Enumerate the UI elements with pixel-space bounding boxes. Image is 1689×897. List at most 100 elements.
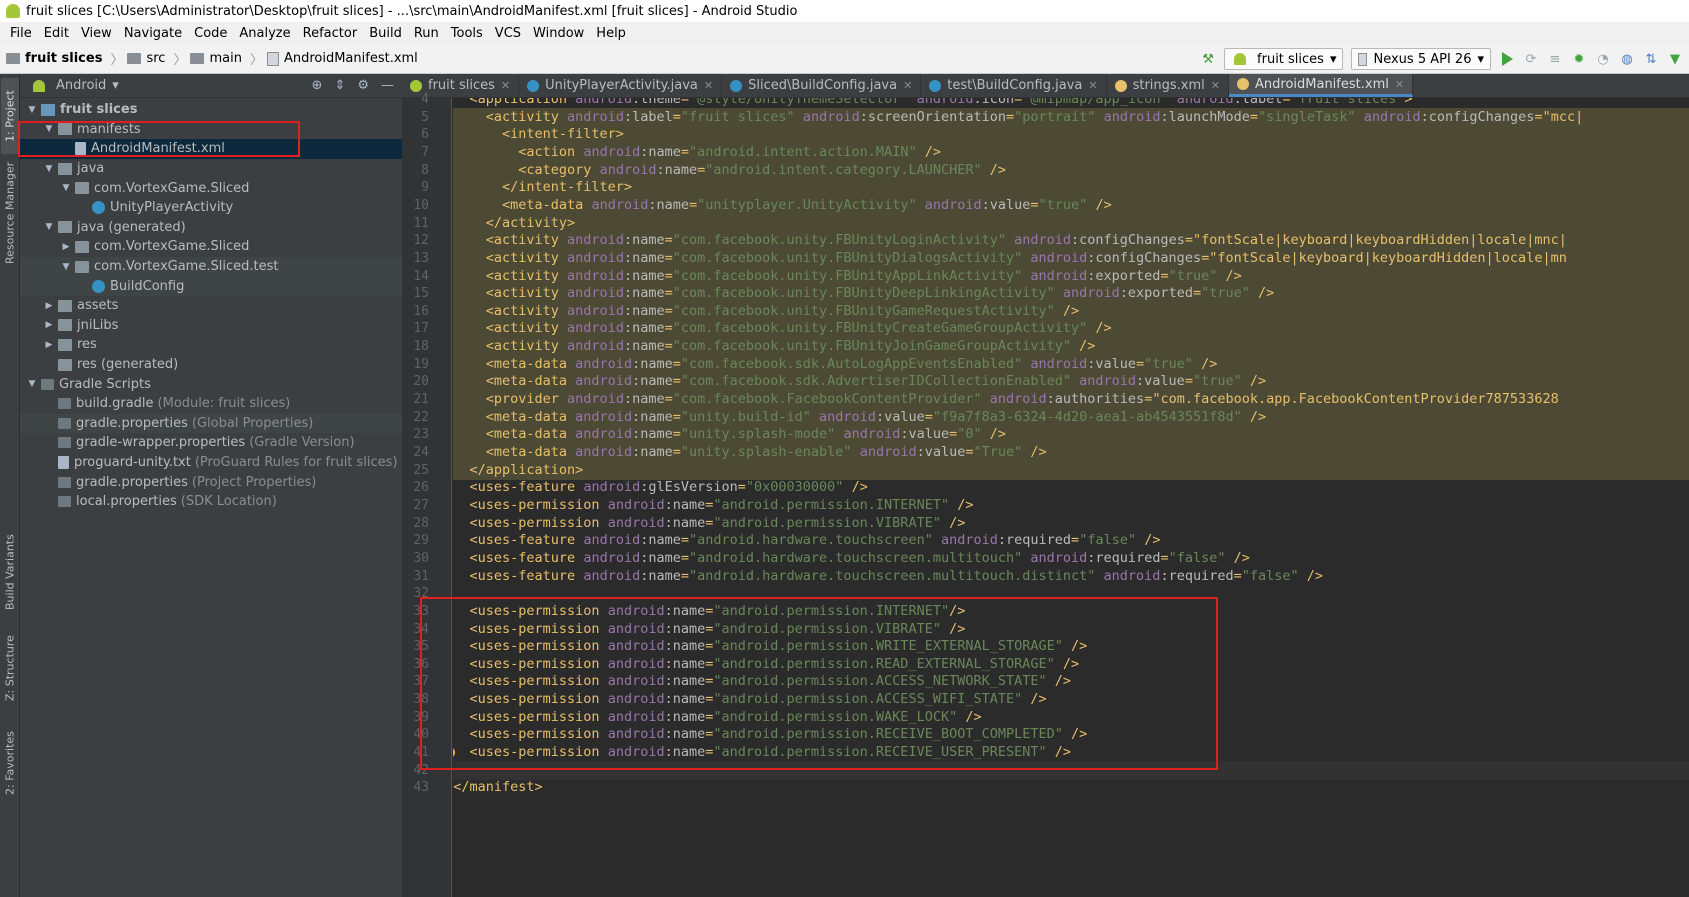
- tree-item[interactable]: gradle.properties (Project Properties): [20, 472, 402, 492]
- sdk-manager-icon[interactable]: ▼: [1667, 51, 1683, 67]
- code-line[interactable]: <uses-permission android:name="android.p…: [453, 514, 1689, 533]
- expand-arrow-icon[interactable]: ▼: [26, 105, 38, 115]
- code-line[interactable]: <uses-feature android:name="android.hard…: [453, 567, 1689, 586]
- tree-item[interactable]: local.properties (SDK Location): [20, 492, 402, 512]
- menu-file[interactable]: File: [4, 26, 38, 41]
- project-view-select[interactable]: Android: [56, 78, 106, 93]
- profile-icon[interactable]: ◔: [1595, 51, 1611, 67]
- code-line[interactable]: <uses-permission android:name="android.p…: [453, 496, 1689, 515]
- tree-item[interactable]: AndroidManifest.xml: [20, 139, 402, 159]
- code-line[interactable]: <category android:name="android.intent.c…: [453, 160, 1689, 180]
- code-line[interactable]: <meta-data android:name="unityplayer.Uni…: [453, 195, 1689, 215]
- tree-item[interactable]: proguard-unity.txt (ProGuard Rules for fr…: [20, 453, 402, 473]
- tab-favorites[interactable]: 2: Favorites: [1, 718, 19, 808]
- expand-arrow-icon[interactable]: ▼: [43, 222, 55, 232]
- code-line[interactable]: <meta-data android:name="unity.splash-mo…: [453, 425, 1689, 445]
- menu-tools[interactable]: Tools: [445, 26, 489, 41]
- breadcrumb-main[interactable]: main: [190, 51, 245, 66]
- code-line[interactable]: <provider android:name="com.facebook.Fac…: [453, 390, 1689, 410]
- expand-arrow-icon[interactable]: ▼: [43, 164, 55, 174]
- code-line[interactable]: <uses-permission android:name="android.p…: [453, 637, 1689, 656]
- menu-window[interactable]: Window: [527, 26, 590, 41]
- tree-item[interactable]: ▼ manifests: [20, 120, 402, 140]
- editor-tab[interactable]: strings.xml ✕: [1107, 74, 1229, 97]
- menu-refactor[interactable]: Refactor: [297, 26, 364, 41]
- code-line[interactable]: <uses-permission android:name="android.p…: [453, 602, 1689, 621]
- gear-icon[interactable]: ⚙: [357, 78, 369, 93]
- tree-item[interactable]: UnityPlayerActivity: [20, 198, 402, 218]
- code-line[interactable]: <activity android:name="com.facebook.uni…: [453, 284, 1689, 304]
- collapse-arrow-icon[interactable]: ▶: [60, 242, 72, 252]
- collapse-icon[interactable]: ⇕: [334, 78, 345, 93]
- tree-item[interactable]: gradle-wrapper.properties (Gradle Version…: [20, 433, 402, 453]
- tab-project-tool[interactable]: 1: Project: [1, 78, 19, 154]
- tab-resource-manager[interactable]: Resource Manager: [1, 158, 19, 268]
- code-line[interactable]: <action android:name="android.intent.act…: [453, 142, 1689, 162]
- close-icon[interactable]: ✕: [903, 79, 912, 92]
- code-line[interactable]: <activity android:name="com.facebook.uni…: [453, 301, 1689, 321]
- device-select[interactable]: Nexus 5 API 26 ▾: [1351, 48, 1491, 70]
- tree-item[interactable]: ▶ jniLibs: [20, 316, 402, 336]
- tree-item[interactable]: ▶ res: [20, 335, 402, 355]
- expand-arrow-icon[interactable]: ▼: [43, 124, 55, 134]
- code-line[interactable]: <uses-permission android:name="android.p…: [453, 672, 1689, 691]
- sync-icon[interactable]: ⇅: [1643, 51, 1659, 67]
- code-line[interactable]: <uses-feature android:name="android.hard…: [453, 531, 1689, 550]
- tree-item[interactable]: ▶ com.VortexGame.Sliced: [20, 237, 402, 257]
- expand-arrow-icon[interactable]: ▼: [60, 183, 72, 193]
- hide-icon[interactable]: —: [381, 78, 394, 93]
- collapse-arrow-icon[interactable]: ▶: [43, 320, 55, 330]
- code-line[interactable]: <activity android:name="com.facebook.uni…: [453, 266, 1689, 286]
- breadcrumb-file[interactable]: AndroidManifest.xml: [266, 51, 422, 66]
- apply-changes-icon[interactable]: ⟳: [1523, 51, 1539, 67]
- tree-item[interactable]: gradle.properties (Global Properties): [20, 413, 402, 434]
- run-config-select[interactable]: fruit slices ▾: [1224, 48, 1344, 70]
- tree-item[interactable]: res (generated): [20, 355, 402, 375]
- menu-vcs[interactable]: VCS: [489, 26, 527, 41]
- code-line[interactable]: <uses-permission android:name="android.p…: [453, 690, 1689, 709]
- tree-item[interactable]: ▼ fruit slices: [20, 100, 402, 120]
- menu-help[interactable]: Help: [590, 26, 632, 41]
- code-line[interactable]: [453, 584, 1689, 603]
- code-line[interactable]: <activity android:label="fruit slices" a…: [453, 107, 1689, 127]
- collapse-arrow-icon[interactable]: ▶: [43, 340, 55, 350]
- code-line[interactable]: <meta-data android:name="com.facebook.sd…: [453, 372, 1689, 392]
- code-line[interactable]: <uses-permission android:name="android.p…: [453, 725, 1689, 744]
- code-line[interactable]: <activity android:name="com.facebook.uni…: [453, 337, 1689, 357]
- code-line[interactable]: <activity android:name="com.facebook.uni…: [453, 248, 1689, 268]
- code-line[interactable]: <activity android:name="com.facebook.uni…: [453, 319, 1689, 339]
- menu-run[interactable]: Run: [408, 26, 445, 41]
- apply-code-changes-icon[interactable]: ≡: [1547, 51, 1563, 67]
- code-line[interactable]: </application>: [453, 460, 1689, 480]
- menu-code[interactable]: Code: [188, 26, 233, 41]
- editor-tab[interactable]: AndroidManifest.xml ✕: [1229, 74, 1414, 97]
- code-line[interactable]: <meta-data android:name="unity.splash-en…: [453, 443, 1689, 462]
- code-line[interactable]: <uses-permission android:name="android.p…: [453, 708, 1689, 727]
- code-line[interactable]: </manifest>: [453, 778, 1689, 797]
- close-icon[interactable]: ✕: [1395, 78, 1404, 91]
- code-line[interactable]: <activity android:name="com.facebook.uni…: [453, 231, 1689, 251]
- tab-structure[interactable]: Z: Structure: [1, 626, 19, 710]
- close-icon[interactable]: ✕: [501, 79, 510, 92]
- code-line[interactable]: </activity>: [453, 213, 1689, 233]
- expand-arrow-icon[interactable]: ▼: [26, 379, 38, 389]
- breadcrumb-src[interactable]: src: [127, 51, 169, 66]
- menu-view[interactable]: View: [75, 26, 118, 41]
- tree-item[interactable]: ▼ java: [20, 159, 402, 179]
- close-icon[interactable]: ✕: [1211, 79, 1220, 92]
- tree-item[interactable]: ▼ Gradle Scripts: [20, 374, 402, 394]
- close-icon[interactable]: ✕: [704, 79, 713, 92]
- chevron-down-icon[interactable]: ▾: [112, 78, 119, 93]
- code-line[interactable]: <intent-filter>: [453, 125, 1689, 145]
- code-line[interactable]: [453, 760, 1689, 780]
- attach-debugger-icon[interactable]: ◍: [1619, 51, 1635, 67]
- code-line[interactable]: <meta-data android:name="com.facebook.sd…: [453, 354, 1689, 374]
- code-line[interactable]: <uses-feature android:glEsVersion="0x000…: [453, 478, 1689, 497]
- tab-build-variants[interactable]: Build Variants: [1, 524, 19, 620]
- breadcrumb-project[interactable]: fruit slices: [6, 51, 106, 66]
- close-icon[interactable]: ✕: [1088, 79, 1097, 92]
- debug-icon[interactable]: ✹: [1571, 51, 1587, 67]
- code-line[interactable]: <uses-permission android:name="android.p…: [453, 655, 1689, 674]
- code-line[interactable]: </intent-filter>: [453, 178, 1689, 198]
- menu-navigate[interactable]: Navigate: [118, 26, 188, 41]
